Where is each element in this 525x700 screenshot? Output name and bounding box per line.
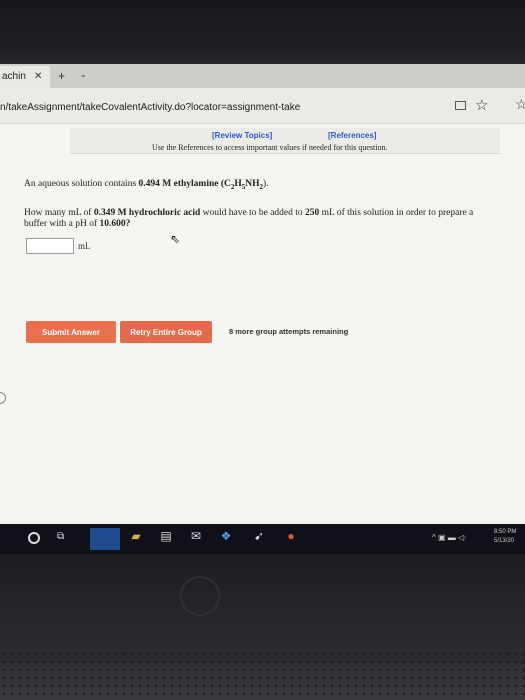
app-icon[interactable]: ➹	[250, 529, 268, 549]
submit-answer-button[interactable]: Submit Answer	[26, 321, 116, 343]
cortana-icon[interactable]	[28, 532, 40, 544]
chevron-down-icon[interactable]: ⌄	[80, 70, 87, 79]
question-line-3: buffer with a pH of 10.600?	[24, 219, 131, 229]
tab-title: achin	[2, 71, 26, 82]
favorites-icon[interactable]: ☆	[515, 96, 525, 113]
close-icon[interactable]: ✕	[34, 71, 42, 82]
monitor-bezel-bottom	[0, 554, 525, 700]
references-link[interactable]: [References]	[328, 131, 376, 140]
taskbar: ⧉ ▰ ▤ ✉ ❖ ➹ ● ^ ▣ ▬ ◁ᐧ 8:50 PM 5/13/20	[0, 524, 525, 554]
references-instruction: Use the References to access important v…	[152, 143, 388, 152]
app-red-icon[interactable]: ●	[282, 529, 300, 549]
page-content: [Review Topics] [References] Use the Ref…	[0, 124, 525, 524]
answer-input[interactable]	[26, 238, 74, 254]
question-line-1: An aqueous solution contains 0.494 M eth…	[24, 179, 269, 191]
mail-icon[interactable]: ✉	[187, 529, 205, 549]
clock[interactable]: 8:50 PM 5/13/20	[494, 528, 516, 546]
question-header: [Review Topics] [References] Use the Ref…	[70, 128, 500, 154]
attempts-remaining: 8 more group attempts remaining	[229, 327, 349, 336]
logo-icon	[180, 576, 220, 616]
screen: achin ✕ + ⌄ n/takeAssignment/takeCovalen…	[0, 64, 525, 554]
system-tray[interactable]: ^ ▣ ▬ ◁ᐧ	[432, 533, 466, 542]
retry-group-button[interactable]: Retry Entire Group	[120, 321, 212, 343]
browser-tab[interactable]: achin ✕	[0, 66, 50, 88]
url-text[interactable]: n/takeAssignment/takeCovalentActivity.do…	[0, 102, 300, 113]
reading-view-icon[interactable]	[455, 101, 466, 110]
mouse-cursor-icon: ⇖	[170, 232, 181, 246]
store-icon[interactable]: ▤	[157, 529, 175, 549]
task-view-icon[interactable]: ⧉	[57, 531, 64, 542]
tab-bar: achin ✕ + ⌄	[0, 64, 525, 88]
file-explorer-icon[interactable]: ▰	[127, 529, 145, 549]
star-icon[interactable]: ☆	[475, 96, 488, 114]
answer-unit: mL	[78, 241, 91, 251]
dropbox-icon[interactable]: ❖	[217, 529, 235, 549]
address-bar[interactable]: n/takeAssignment/takeCovalentActivity.do…	[0, 88, 525, 124]
monitor-bezel-top	[0, 0, 525, 64]
scroll-indicator	[0, 392, 6, 404]
plus-icon[interactable]: +	[58, 69, 65, 83]
active-app-icon[interactable]	[90, 528, 120, 550]
review-topics-link[interactable]: [Review Topics]	[212, 131, 272, 140]
speaker-grille	[0, 650, 525, 700]
question-line-2: How many mL of 0.349 M hydrochloric acid…	[24, 208, 474, 218]
